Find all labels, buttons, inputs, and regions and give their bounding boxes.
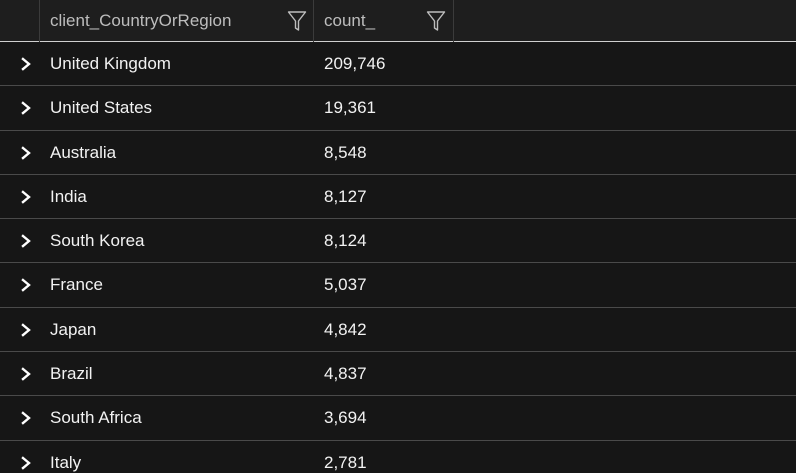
count-cell: 4,837 [324, 364, 367, 384]
chevron-right-icon[interactable] [19, 455, 33, 471]
chevron-right-icon[interactable] [19, 233, 33, 249]
chevron-right-icon[interactable] [19, 56, 33, 72]
chevron-right-icon[interactable] [19, 145, 33, 161]
country-cell: Japan [50, 319, 97, 339]
count-cell: 8,124 [324, 231, 367, 251]
count-cell: 209,746 [324, 54, 386, 73]
chevron-right-icon[interactable] [19, 100, 33, 116]
table-row[interactable]: India 8,127 [0, 174, 796, 220]
filter-icon[interactable] [287, 10, 307, 32]
chevron-right-icon[interactable] [19, 277, 33, 293]
country-cell: South Africa [50, 408, 142, 428]
country-cell: France [50, 275, 103, 295]
column-header-label: count_ [324, 11, 376, 30]
table-row[interactable]: France 5,037 [0, 263, 796, 308]
table-row[interactable]: Australia 8,548 [0, 130, 796, 175]
chevron-right-icon[interactable] [19, 322, 33, 338]
table-row[interactable]: Japan 4,842 [0, 307, 796, 353]
count-cell: 8,548 [324, 142, 367, 162]
expander-column-header [0, 0, 40, 42]
grid-body: United Kingdom 209,746 United States 19,… [0, 42, 796, 473]
table-row[interactable]: Italy 2,781 [0, 440, 796, 473]
column-header-label: client_CountryOrRegion [50, 11, 232, 30]
table-row[interactable]: United States 19,361 [0, 86, 796, 131]
country-cell: South Korea [50, 231, 145, 251]
results-grid: client_CountryOrRegion count_ United Kin… [0, 0, 796, 473]
count-cell: 19,361 [324, 98, 376, 118]
country-cell: United Kingdom [50, 54, 171, 73]
table-row[interactable]: Brazil 4,837 [0, 352, 796, 397]
column-header-country[interactable]: client_CountryOrRegion [40, 0, 314, 42]
column-header-count[interactable]: count_ [314, 0, 454, 42]
country-cell: United States [50, 98, 153, 118]
table-row[interactable]: South Africa 3,694 [0, 396, 796, 441]
count-cell: 4,842 [324, 319, 367, 339]
table-row[interactable]: South Korea 8,124 [0, 219, 796, 264]
table-row[interactable]: United Kingdom 209,746 [0, 42, 796, 87]
country-cell: Brazil [50, 364, 93, 384]
count-cell: 3,694 [324, 408, 367, 428]
chevron-right-icon[interactable] [19, 189, 33, 205]
filter-icon[interactable] [426, 10, 446, 32]
grid-header: client_CountryOrRegion count_ [0, 0, 796, 42]
country-cell: Italy [50, 452, 82, 472]
country-cell: Australia [50, 142, 117, 162]
chevron-right-icon[interactable] [19, 366, 33, 382]
country-cell: India [50, 186, 87, 206]
count-cell: 2,781 [324, 452, 367, 472]
count-cell: 5,037 [324, 275, 367, 295]
count-cell: 8,127 [324, 186, 367, 206]
chevron-right-icon[interactable] [19, 410, 33, 426]
